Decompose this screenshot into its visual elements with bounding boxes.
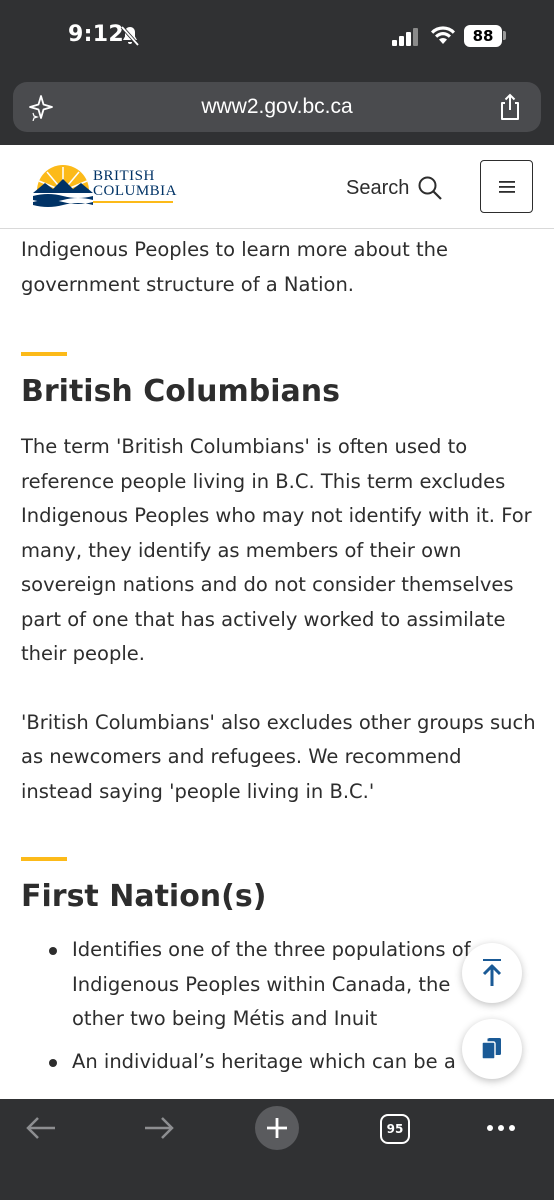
signal-icon [392,28,418,46]
menu-button[interactable] [480,160,533,213]
plus-icon [267,1118,287,1138]
logo-wordmark: BRITISH COLUMBIA [93,169,177,199]
share-icon[interactable] [497,93,523,121]
section-heading-british-columbians: British Columbians [21,374,340,409]
more-button[interactable] [484,1111,518,1145]
browser-top-chrome: 9:12 88 www2.gov.bc.ca [0,0,554,145]
site-header: BRITISH COLUMBIA Search [0,145,554,229]
british-columbians-paragraph-1: The term 'British Columbians' is often u… [21,435,532,665]
section-accent-bar [21,857,67,861]
forward-arrow-icon [145,1117,174,1139]
battery-cap [503,31,506,40]
logo-underline [93,201,173,203]
browser-bottom-toolbar: 95 [0,1099,554,1200]
plus-circle [255,1106,299,1150]
list-item: An individual’s heritage which can be a [21,1045,536,1080]
section-heading-first-nations: First Nation(s) [21,879,267,914]
arrow-up-icon [482,959,502,986]
british-columbians-paragraph-2: 'British Columbians' also excludes other… [21,710,536,803]
list-item: Identifies one of the three populations … [21,933,536,1037]
logo-line1: BRITISH [93,168,155,184]
back-to-top-button[interactable] [462,943,522,1003]
search-button[interactable]: Search [346,173,443,203]
tabs-button[interactable]: 95 [380,1112,410,1146]
status-time: 9:12 [68,22,124,47]
intro-paragraph: Indigenous Peoples to learn more about t… [21,238,448,296]
battery-indicator: 88 [464,25,502,47]
new-tab-button[interactable] [255,1106,299,1150]
search-label: Search [346,176,410,199]
url-text[interactable]: www2.gov.bc.ca [13,82,541,132]
main-content: Indigenous Peoples to learn more about t… [21,229,536,1079]
bc-logo[interactable]: BRITISH COLUMBIA [33,163,178,209]
bell-off-icon [120,25,140,47]
wifi-icon [431,26,455,44]
logo-line2: COLUMBIA [93,183,178,199]
tab-count: 95 [380,1114,410,1144]
url-bar[interactable]: www2.gov.bc.ca [13,82,541,132]
copy-link-button[interactable] [462,1019,522,1079]
forward-button[interactable] [142,1111,176,1145]
first-nations-list: Identifies one of the three populations … [21,933,536,1079]
bc-logo-mark [33,165,93,207]
section-accent-bar [21,352,67,356]
hamburger-icon [498,180,515,193]
back-arrow-icon [26,1117,55,1139]
more-icon [487,1125,515,1131]
back-button[interactable] [24,1111,58,1145]
copy-icon [481,1037,501,1060]
search-icon [418,176,443,200]
